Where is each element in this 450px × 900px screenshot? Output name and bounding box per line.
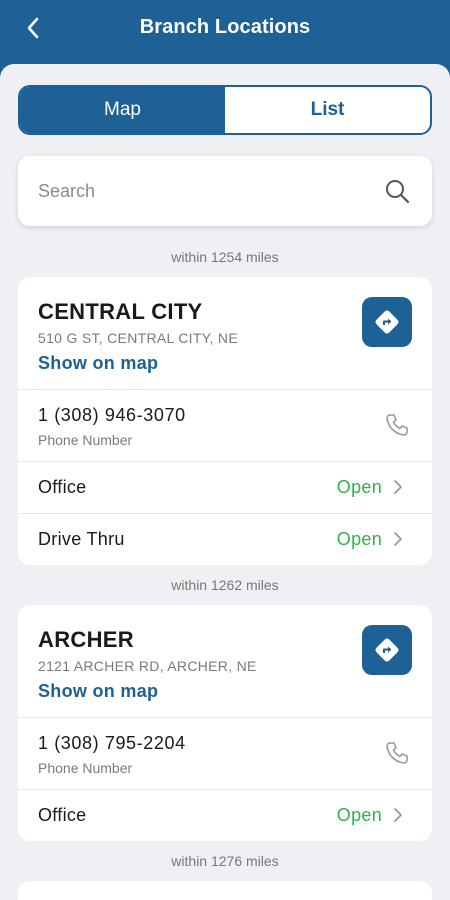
branch-address: 2121 ARCHER RD, ARCHER, NE [38, 658, 257, 674]
chevron-right-icon [394, 532, 402, 546]
directions-button[interactable] [362, 625, 412, 675]
phone-number: 1 (308) 946-3070 [38, 405, 186, 425]
branch-name: CENTRAL CITY [38, 299, 203, 324]
directions-button[interactable] [362, 297, 412, 347]
branch-card: CENTRAL CITY 510 G ST, CENTRAL CITY, NE … [18, 277, 432, 565]
tab-map[interactable]: Map [20, 87, 225, 133]
phone-label: Phone Number [38, 432, 133, 448]
phone-label: Phone Number [38, 760, 133, 776]
hours-status: Open [336, 805, 382, 825]
show-on-map-link[interactable]: Show on map [38, 353, 158, 374]
hours-row-office[interactable]: Office Open [18, 461, 432, 513]
branch-name: ARCHER [38, 627, 134, 652]
page-title: Branch Locations [139, 16, 311, 38]
hours-label: Office [38, 805, 87, 825]
hours-label: Drive Thru [38, 529, 125, 549]
phone-row[interactable]: 1 (308) 946-3070 Phone Number [18, 389, 432, 461]
phone-row[interactable]: 1 (308) 795-2204 Phone Number [18, 717, 432, 789]
phone-number: 1 (308) 795-2204 [38, 733, 186, 753]
search-bar [18, 156, 432, 226]
branch-address: 510 G ST, CENTRAL CITY, NE [38, 330, 238, 346]
content-sheet: Map List within 1254 miles CENTRAL CITY … [0, 64, 450, 900]
show-on-map-link[interactable]: Show on map [38, 681, 158, 702]
view-toggle: Map List [18, 85, 432, 135]
branch-card: ARCHER 2121 ARCHER RD, ARCHER, NE Show o… [18, 605, 432, 841]
hours-label: Office [38, 477, 87, 497]
tab-list[interactable]: List [225, 87, 430, 133]
chevron-right-icon [394, 480, 402, 494]
distance-label: within 1262 miles [171, 577, 279, 593]
search-input[interactable] [38, 174, 358, 208]
phone-icon[interactable] [384, 412, 410, 438]
distance-label: within 1254 miles [171, 249, 279, 265]
hours-status: Open [336, 529, 382, 549]
directions-icon [375, 638, 399, 662]
hours-status: Open [336, 477, 382, 497]
search-icon[interactable] [384, 178, 410, 204]
directions-icon [375, 310, 399, 334]
branch-card [18, 881, 432, 900]
distance-label: within 1276 miles [171, 853, 279, 869]
phone-icon[interactable] [384, 740, 410, 766]
chevron-right-icon [394, 808, 402, 822]
app-header: Branch Locations [0, 0, 450, 66]
hours-row-drive-thru[interactable]: Drive Thru Open [18, 513, 432, 565]
hours-row-office[interactable]: Office Open [18, 789, 432, 841]
